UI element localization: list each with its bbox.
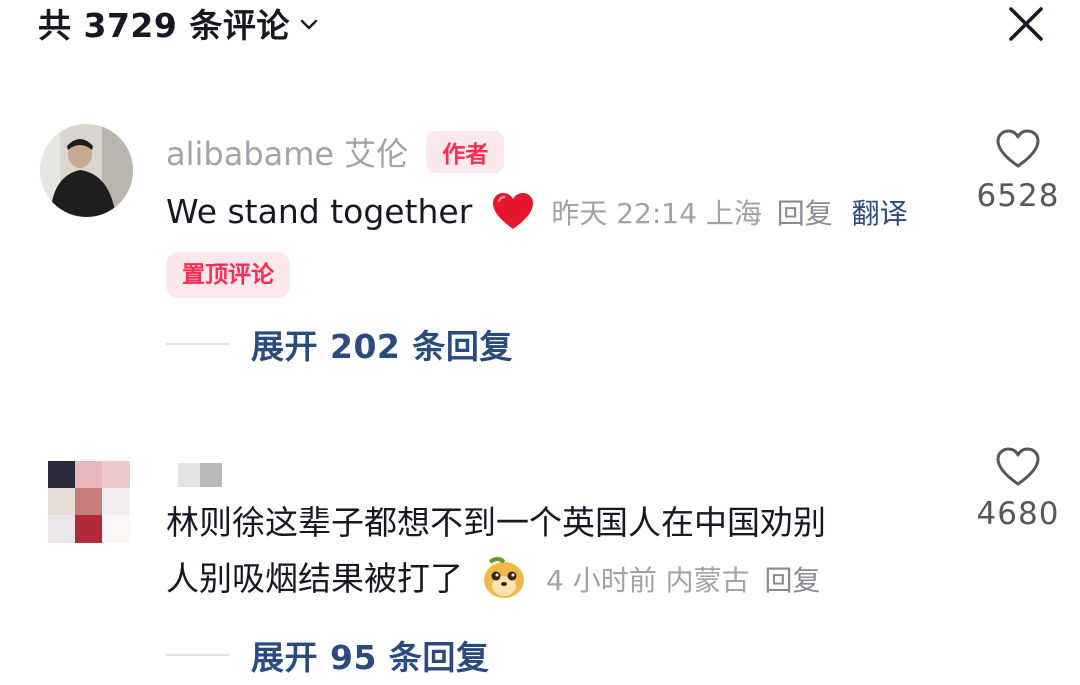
close-icon (1009, 7, 1043, 41)
expand-replies-label: 展开 95 条回复 (251, 638, 490, 677)
divider-line (166, 343, 229, 345)
heart-outline-icon[interactable] (995, 446, 1041, 488)
meerkat-emoji-icon (483, 556, 524, 598)
comment-meta: 昨天 22:14 上海 回复 翻译 (551, 197, 907, 230)
expand-replies-button[interactable]: 展开 202 条回复 (166, 320, 513, 368)
close-button[interactable] (1004, 2, 1048, 46)
translate-button[interactable]: 翻译 (852, 197, 908, 230)
comment-text: 人别吸烟结果被打了 (166, 559, 463, 598)
like-count: 6528 (976, 178, 1060, 214)
author-badge: 作者 (426, 131, 505, 173)
avatar[interactable] (48, 461, 130, 543)
comment-body: alibabame 艾伦 作者 We stand together 昨天 22:… (166, 130, 956, 298)
heart-outline-icon[interactable] (995, 128, 1041, 170)
comments-header: 共 3729 条评论 (0, 0, 1080, 50)
reply-button[interactable]: 回复 (777, 197, 833, 230)
blurred-username-image[interactable] (166, 461, 236, 489)
comment-location: 内蒙古 (665, 564, 750, 597)
username[interactable]: alibabame 艾伦 (166, 129, 408, 175)
expand-replies-button[interactable]: 展开 95 条回复 (166, 631, 489, 679)
comment-text-line-2[interactable]: 人别吸烟结果被打了 4 小时前 内蒙古 回复 (166, 551, 956, 609)
comment-text-line-1[interactable]: 林则徐这辈子都想不到一个英国人在中国劝别 (166, 495, 956, 551)
divider-line (166, 654, 229, 656)
like-count: 4680 (976, 496, 1060, 532)
expand-replies-label: 展开 202 条回复 (251, 327, 513, 366)
comment-text: We stand together (166, 192, 473, 231)
username-row: alibabame 艾伦 作者 (166, 130, 956, 174)
username-row (166, 455, 956, 495)
comment-count-dropdown[interactable]: 共 3729 条评论 (38, 0, 318, 46)
pinned-comment-badge: 置顶评论 (166, 252, 290, 298)
comment-time: 4 小时前 (546, 564, 657, 597)
comment-count-title: 共 3729 条评论 (38, 6, 290, 45)
comment-item: 林则徐这辈子都想不到一个英国人在中国劝别 人别吸烟结果被打了 4 小时前 内蒙古… (0, 447, 1080, 685)
comment-time: 昨天 22:14 (551, 197, 697, 230)
reply-button[interactable]: 回复 (765, 564, 821, 597)
like-area: 6528 (968, 128, 1068, 214)
avatar[interactable] (40, 124, 133, 217)
comment-body: 林则徐这辈子都想不到一个英国人在中国劝别 人别吸烟结果被打了 4 小时前 内蒙古… (166, 455, 956, 609)
comment-text-line[interactable]: We stand together 昨天 22:14 上海 回复 翻译 (166, 184, 956, 242)
chevron-down-icon (300, 19, 318, 30)
red-heart-icon (492, 192, 533, 229)
comment-location: 上海 (705, 197, 762, 230)
comment-meta: 4 小时前 内蒙古 回复 (546, 564, 821, 597)
comment-item: alibabame 艾伦 作者 We stand together 昨天 22:… (0, 124, 1080, 374)
like-area: 4680 (968, 446, 1068, 532)
